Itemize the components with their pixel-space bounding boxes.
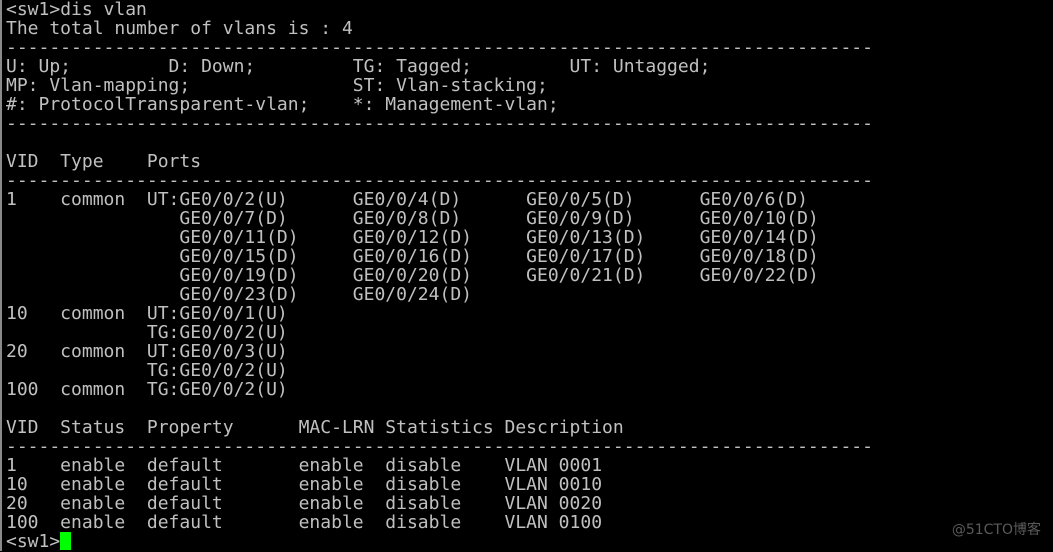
ports-table-row: 1 common UT:GE0/0/2(U) GE0/0/4(D) GE0/0/… bbox=[6, 189, 808, 210]
status-table-row: 100 enable default enable disable VLAN 0… bbox=[6, 512, 603, 533]
ports-table-row: 100 common TG:GE0/0/2(U) bbox=[6, 379, 288, 400]
legend-line: MP: Vlan-mapping; ST: Vlan-stacking; bbox=[6, 75, 548, 96]
terminal-window[interactable]: <sw1>dis vlan The total number of vlans … bbox=[0, 0, 1053, 551]
status-table-row: 20 enable default enable disable VLAN 00… bbox=[6, 493, 603, 514]
watermark: @51CTO博客 bbox=[951, 522, 1041, 538]
status-table-row: 10 enable default enable disable VLAN 00… bbox=[6, 474, 603, 495]
legend-line: #: ProtocolTransparent-vlan; *: Manageme… bbox=[6, 94, 559, 115]
ports-table-header: VID Type Ports bbox=[6, 151, 202, 172]
command-line: <sw1>dis vlan bbox=[6, 0, 1053, 19]
command-text: dis vlan bbox=[60, 0, 147, 20]
separator: ----------------------------------------… bbox=[6, 436, 873, 457]
status-table-header: VID Status Property MAC-LRN Statistics D… bbox=[6, 417, 624, 438]
ports-table-row: 10 common UT:GE0/0/1(U) bbox=[6, 303, 288, 324]
ports-table-row: GE0/0/7(D) GE0/0/8(D) GE0/0/9(D) GE0/0/1… bbox=[6, 208, 819, 229]
separator: ----------------------------------------… bbox=[6, 37, 873, 58]
ports-table-row: GE0/0/11(D) GE0/0/12(D) GE0/0/13(D) GE0/… bbox=[6, 227, 819, 248]
input-line[interactable]: <sw1> bbox=[6, 532, 1053, 551]
prompt: <sw1> bbox=[6, 531, 61, 552]
status-table-row: 1 enable default enable disable VLAN 000… bbox=[6, 455, 603, 476]
separator: ----------------------------------------… bbox=[6, 170, 873, 191]
ports-table-row: GE0/0/19(D) GE0/0/20(D) GE0/0/21(D) GE0/… bbox=[6, 265, 819, 286]
total-vlans-line: The total number of vlans is : 4 bbox=[6, 18, 353, 39]
ports-table-row: GE0/0/23(D) GE0/0/24(D) bbox=[6, 284, 472, 305]
ports-table-row: TG:GE0/0/2(U) bbox=[6, 360, 288, 381]
separator: ----------------------------------------… bbox=[6, 113, 873, 134]
text-cursor bbox=[60, 532, 72, 550]
prompt: <sw1> bbox=[6, 0, 61, 20]
ports-table-row: 20 common UT:GE0/0/3(U) bbox=[6, 341, 288, 362]
ports-table-row: TG:GE0/0/2(U) bbox=[6, 322, 288, 343]
legend-line: U: Up; D: Down; TG: Tagged; UT: Untagged… bbox=[6, 56, 711, 77]
ports-table-row: GE0/0/15(D) GE0/0/16(D) GE0/0/17(D) GE0/… bbox=[6, 246, 819, 267]
